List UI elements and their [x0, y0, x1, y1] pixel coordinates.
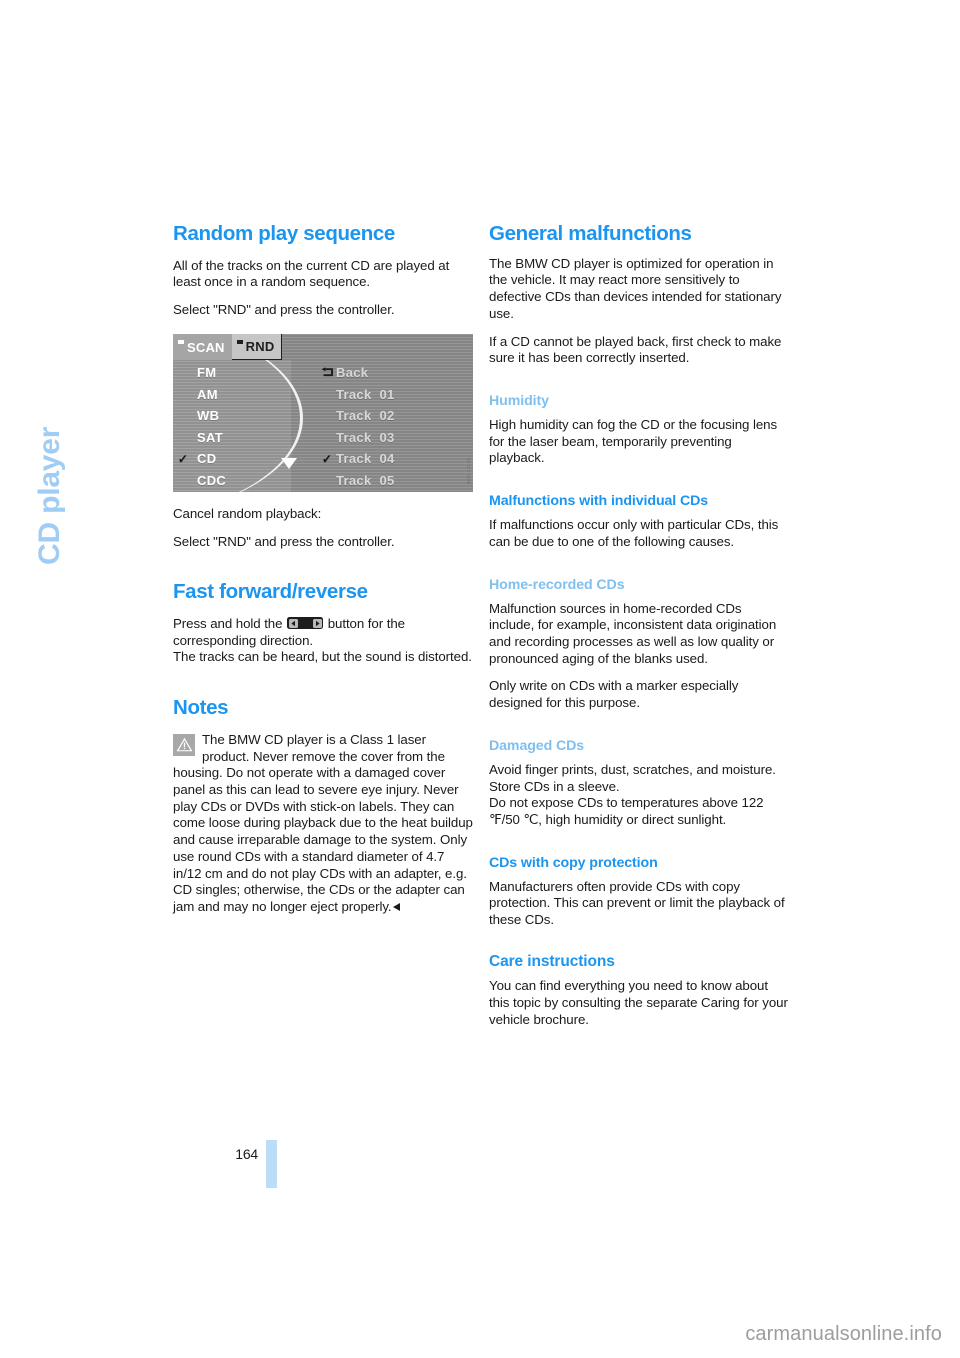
figure-track-list: Back Track 01 Track 02 Track 03 ✓ Track … — [320, 362, 470, 491]
damaged-paragraph-3: Do not expose CDs to temperatures above … — [489, 795, 764, 827]
heading-malfunctions-individual-cds: Malfunctions with individual CDs — [489, 493, 709, 510]
heading-humidity: Humidity — [489, 392, 549, 409]
figure-track-label: Track — [336, 386, 372, 402]
heading-general-malfunctions: General malfunctions — [489, 222, 692, 245]
rocker-button-icon — [287, 617, 324, 630]
figure-menu-label: SAT — [197, 429, 223, 445]
figure-reference-code: RND CD 01 — [466, 456, 471, 484]
figure-tab-rnd[interactable]: RND — [231, 334, 283, 360]
figure-menu-item-sat[interactable]: SAT — [173, 427, 291, 449]
heading-fast-forward-reverse: Fast forward/reverse — [173, 580, 368, 604]
heading-home-recorded-cds: Home-recorded CDs — [489, 576, 625, 593]
figure-track-label: Track — [336, 472, 372, 488]
figure-track-number: 01 — [379, 386, 395, 402]
rnd-marker-icon — [236, 340, 243, 344]
malfunctions-individual-paragraph-1: If malfunctions occur only with particul… — [489, 517, 779, 549]
figure-menu-item-wb[interactable]: WB — [173, 405, 291, 427]
left-column: Random play sequence All of the tracks o… — [173, 222, 473, 916]
figure-menu-label: AM — [197, 386, 218, 402]
heading-damaged-cds: Damaged CDs — [489, 737, 585, 754]
fast-forward-paragraph-2: The tracks can be heard, but the sound i… — [173, 649, 472, 665]
figure-menu-label: CD — [197, 451, 217, 467]
figure-menu-label: WB — [197, 408, 220, 424]
right-column: General malfunctions The BMW CD player i… — [489, 222, 789, 1029]
figure-track-02[interactable]: Track 02 — [320, 405, 470, 427]
cd-player-screen-figure: SCAN RND FM AM WB SAT ✓ CD CDC Back Trac… — [173, 334, 473, 492]
fast-forward-text-before: Press and hold the — [173, 616, 283, 632]
general-malfunctions-paragraph-2: If a CD cannot be played back, first che… — [489, 333, 782, 366]
figure-menu-item-fm[interactable]: FM — [173, 362, 291, 384]
chapter-title: CD player — [33, 426, 66, 565]
checkmark-icon: ✓ — [177, 451, 189, 466]
general-malfunctions-paragraph-1: The BMW CD player is optimized for opera… — [489, 255, 782, 321]
copy-protection-paragraph-1: Manufacturers often provide CDs with cop… — [489, 878, 785, 928]
figure-menu-item-cdc[interactable]: CDC — [173, 470, 291, 492]
figure-track-back[interactable]: Back — [320, 362, 470, 384]
cancel-random-instruction: Select "RND" and press the controller. — [173, 533, 395, 549]
figure-track-04[interactable]: ✓ Track 04 — [320, 448, 470, 470]
figure-track-05[interactable]: Track 05 — [320, 470, 470, 492]
figure-track-number: 02 — [379, 408, 395, 424]
heading-cds-with-copy-protection: CDs with copy protection — [489, 854, 658, 871]
damaged-paragraph-1: Avoid finger prints, dust, scratches, an… — [489, 761, 776, 777]
figure-track-label: Track — [336, 429, 372, 445]
care-paragraph-1: You can find everything you need to know… — [489, 978, 788, 1027]
figure-track-label: Track — [336, 451, 372, 467]
figure-menu-label: FM — [197, 365, 217, 381]
figure-track-number: 04 — [379, 451, 395, 467]
scan-marker-icon — [178, 340, 184, 344]
manual-page: CD player Random play sequence All of th… — [0, 0, 960, 1358]
figure-tab-rnd-label: RND — [245, 339, 275, 354]
figure-track-number: 05 — [379, 472, 395, 488]
figure-menu-item-cd[interactable]: ✓ CD — [173, 448, 291, 470]
figure-source-menu: FM AM WB SAT ✓ CD CDC — [173, 362, 291, 491]
figure-menu-item-am[interactable]: AM — [173, 384, 291, 406]
warning-triangle-icon — [173, 733, 195, 756]
figure-tab-bar: SCAN RND — [173, 334, 283, 360]
fast-forward-icon — [312, 618, 322, 628]
warning-note-block: The BMW CD player is a Class 1 laser pro… — [173, 732, 473, 916]
page-number: 164 — [235, 1146, 258, 1162]
end-of-note-marker — [393, 902, 401, 911]
humidity-paragraph-1: High humidity can fog the CD or the focu… — [489, 417, 778, 466]
back-arrow-icon — [320, 367, 334, 378]
checkmark-icon: ✓ — [321, 451, 333, 466]
heading-random-play-sequence: Random play sequence — [173, 222, 395, 245]
figure-tab-scan[interactable]: SCAN — [173, 334, 232, 360]
figure-track-number: 03 — [379, 429, 395, 445]
figure-menu-label: CDC — [197, 472, 227, 488]
home-recorded-paragraph-1: Malfunction sources in home-recorded CDs… — [489, 600, 777, 666]
chapter-tab: CD player — [0, 0, 160, 700]
random-play-paragraph-2: Select "RND" and press the controller. — [173, 302, 395, 318]
figure-track-back-label: Back — [336, 365, 369, 381]
damaged-paragraph-2: Store CDs in a sleeve. — [489, 778, 620, 794]
random-play-paragraph-1: All of the tracks on the current CD are … — [173, 257, 450, 290]
warning-note-text: The BMW CD player is a Class 1 laser pro… — [173, 732, 473, 916]
site-watermark: carmanualsonline.info — [745, 1323, 942, 1345]
heading-care-instructions: Care instructions — [489, 952, 615, 970]
fast-forward-paragraph-1: Press and hold the button for the corres… — [173, 616, 473, 649]
figure-track-label: Track — [336, 408, 372, 424]
figure-tab-scan-label: SCAN — [187, 339, 225, 355]
warning-note-body: The BMW CD player is a Class 1 laser pro… — [173, 731, 473, 914]
figure-track-03[interactable]: Track 03 — [320, 427, 470, 449]
rewind-icon — [288, 618, 298, 628]
home-recorded-paragraph-2: Only write on CDs with a marker especial… — [489, 678, 739, 711]
heading-notes: Notes — [173, 696, 229, 720]
page-edge-bar — [266, 1140, 277, 1188]
cancel-random-label: Cancel random playback: — [173, 505, 322, 521]
figure-track-01[interactable]: Track 01 — [320, 384, 470, 406]
